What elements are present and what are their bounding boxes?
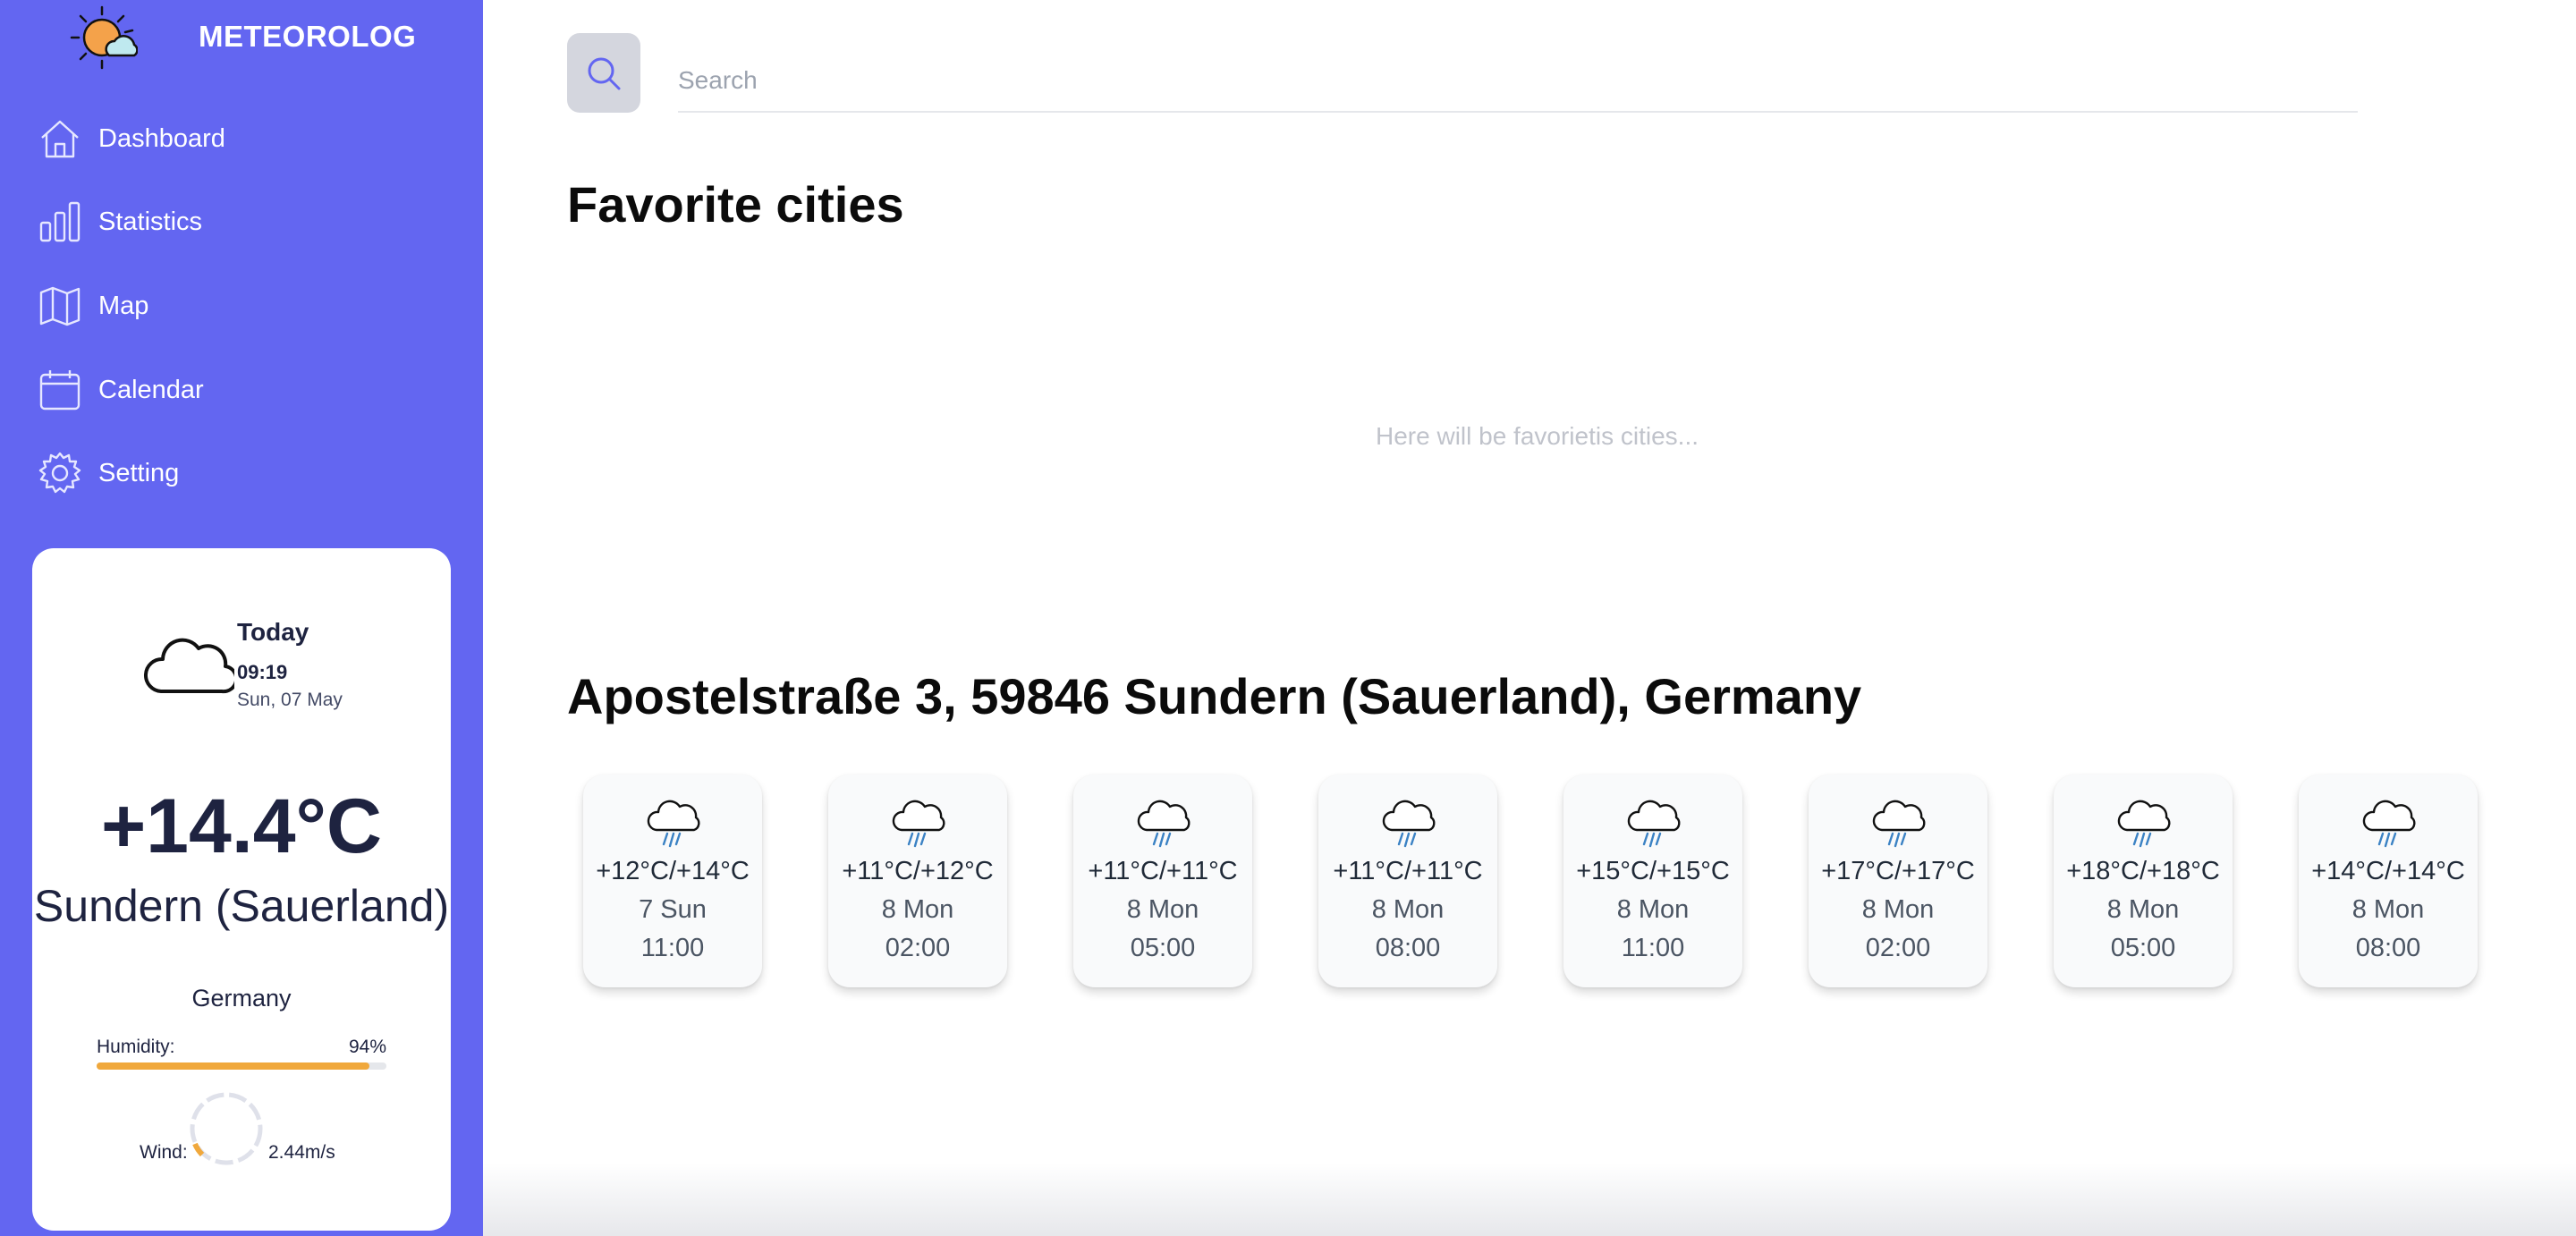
rain-cloud-icon [1627,800,1681,848]
sidebar-item-label: Dashboard [98,123,225,153]
forecast-card[interactable]: +18°C/+18°C 8 Mon 05:00 [2054,775,2233,987]
sidebar-item-dashboard[interactable]: Dashboard [36,112,447,165]
rain-cloud-icon [2362,800,2416,848]
forecast-card[interactable]: +14°C/+14°C 8 Mon 08:00 [2299,775,2478,987]
search-input[interactable] [678,47,2358,113]
today-label: Today [237,618,309,646]
humidity-value: 94% [348,1037,386,1057]
cloud-icon [143,638,234,694]
app-title: METEOROLOG [199,20,417,53]
gear-icon [36,449,84,497]
forecast-card[interactable]: +12°C/+14°C 7 Sun 11:00 [583,775,762,987]
wind-value: 2.44m/s [268,1142,335,1163]
forecast-day: 8 Mon [2351,895,2425,924]
forecast-card[interactable]: +11°C/+11°C 8 Mon 08:00 [1318,775,1497,987]
forecast-day: 8 Mon [1616,895,1690,924]
rain-cloud-icon [2117,800,2171,848]
city-name: Sundern (Sauerland) [33,881,450,931]
wind-label: Wind: [140,1142,188,1163]
forecast-time: 11:00 [1621,934,1685,962]
forecast-time: 02:00 [1865,934,1931,962]
current-date: Sun, 07 May [237,690,343,710]
forecast-list: +12°C/+14°C 7 Sun 11:00 +11°C/+12°C 8 Mo… [583,775,2479,989]
forecast-day: 8 Mon [2106,895,2180,924]
current-weather-card: Today 09:19 Sun, 07 May +14.4°C Sundern … [32,548,451,1231]
rain-cloud-icon [1382,800,1436,848]
forecast-time: 02:00 [885,934,951,962]
forecast-temp: +18°C/+18°C [2066,857,2220,885]
wind-gauge-icon [190,1092,263,1165]
calendar-icon [36,366,84,414]
forecast-temp: +11°C/+11°C [1088,857,1238,885]
sidebar-item-label: Calendar [98,375,204,404]
favorites-empty-text: Here will be favorietis cities... [1376,422,1699,450]
sidebar-item-statistics[interactable]: Statistics [36,195,447,249]
rain-cloud-icon [647,800,700,848]
sidebar-item-calendar[interactable]: Calendar [36,363,447,417]
humidity-bar-fill [97,1062,369,1070]
forecast-time: 11:00 [640,934,705,962]
sidebar-item-setting[interactable]: Setting [36,446,447,500]
humidity-label: Humidity: [97,1037,175,1057]
search-button[interactable] [567,33,640,113]
favorite-cities-title: Favorite cities [567,176,904,233]
rain-cloud-icon [1137,800,1191,848]
sun-cloud-icon [70,5,138,70]
forecast-temp: +15°C/+15°C [1576,857,1730,885]
location-title: Apostelstraße 3, 59846 Sundern (Sauerlan… [567,668,1862,724]
forecast-day: 7 Sun [639,895,707,924]
humidity-bar [97,1062,386,1070]
current-temperature: +14.4°C [100,783,383,869]
forecast-time: 08:00 [1375,934,1441,962]
forecast-card[interactable]: +15°C/+15°C 8 Mon 11:00 [1563,775,1742,987]
bar-chart-icon [36,198,84,246]
forecast-day: 8 Mon [1371,895,1445,924]
country-name: Germany [191,985,292,1012]
forecast-day: 8 Mon [1126,895,1199,924]
forecast-day: 8 Mon [881,895,954,924]
sidebar-item-map[interactable]: Map [36,279,447,333]
forecast-time: 05:00 [1130,934,1196,962]
forecast-temp: +14°C/+14°C [2311,857,2465,885]
home-icon [36,114,84,163]
forecast-time: 05:00 [2110,934,2176,962]
forecast-temp: +12°C/+14°C [596,857,750,885]
forecast-card[interactable]: +17°C/+17°C 8 Mon 02:00 [1809,775,1987,987]
map-icon [36,282,84,330]
sidebar-item-label: Setting [98,458,180,487]
current-time: 09:19 [237,661,288,683]
forecast-temp: +17°C/+17°C [1821,857,1975,885]
forecast-temp: +11°C/+11°C [1333,857,1483,885]
forecast-time: 08:00 [2355,934,2421,962]
bottom-shadow [483,1163,2576,1236]
sidebar-item-label: Statistics [98,207,203,236]
forecast-day: 8 Mon [1861,895,1935,924]
sidebar-item-label: Map [98,291,149,320]
forecast-card[interactable]: +11°C/+11°C 8 Mon 05:00 [1073,775,1252,987]
forecast-temp: +11°C/+12°C [842,857,994,885]
search-icon [588,57,621,89]
sidebar: METEOROLOG Dashboard Statistics Map Cale… [0,0,483,1236]
rain-cloud-icon [1872,800,1926,848]
rain-cloud-icon [892,800,945,848]
forecast-card[interactable]: +11°C/+12°C 8 Mon 02:00 [828,775,1007,987]
